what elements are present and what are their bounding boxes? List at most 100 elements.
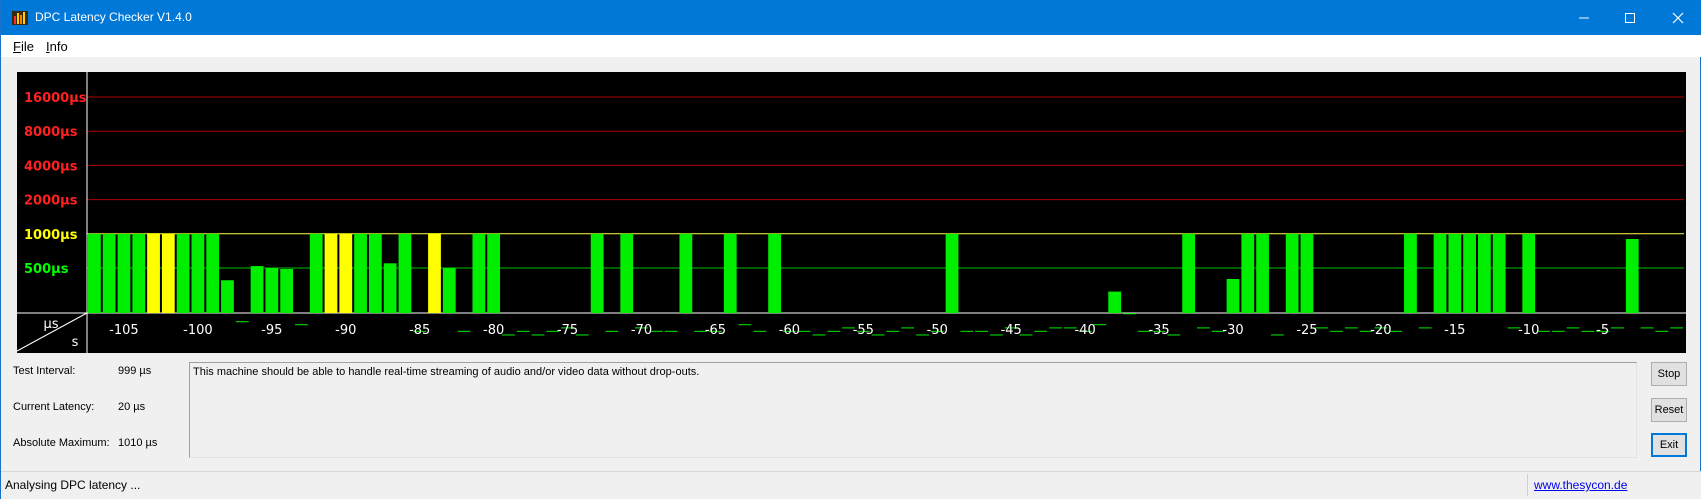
latency-bar [886, 330, 900, 332]
latency-bar [487, 233, 501, 313]
menu-info[interactable]: Info [46, 39, 68, 54]
x-tick-label: -65 [705, 323, 726, 338]
x-tick-label: -100 [183, 323, 213, 338]
latency-bar [457, 330, 471, 332]
x-tick-label: -5 [1596, 323, 1609, 338]
latency-bar [975, 330, 989, 332]
latency-bar [1551, 330, 1565, 332]
latency-bar [309, 233, 323, 313]
latency-bar [664, 330, 678, 332]
latency-bar [620, 233, 634, 313]
latency-bar [723, 233, 737, 313]
latency-bar [1477, 233, 1491, 313]
latency-bar [1049, 327, 1062, 329]
app-icon [12, 11, 28, 25]
absolute-maximum-label: Absolute Maximum: [13, 437, 110, 449]
latency-bar [206, 233, 220, 313]
latency-bar [1226, 279, 1240, 313]
y-tick-label: 16000µs [24, 91, 87, 106]
latency-bar [250, 266, 264, 313]
title-bar[interactable]: DPC Latency Checker V1.4.0 [1, 0, 1701, 35]
latency-bar [1640, 327, 1654, 329]
latency-bar [354, 233, 367, 313]
latency-bar [147, 233, 160, 313]
x-tick-label: -35 [1148, 323, 1169, 338]
latency-bar [827, 330, 841, 332]
website-link[interactable]: www.thesycon.de [1534, 478, 1627, 492]
x-tick-label: -75 [557, 323, 578, 338]
latency-bar [1492, 233, 1506, 313]
latency-bar [472, 233, 486, 313]
latency-bar [1300, 233, 1314, 313]
latency-bar [132, 233, 146, 313]
x-tick-label: -80 [483, 323, 504, 338]
latency-bar [738, 324, 752, 326]
latency-bar [812, 334, 826, 336]
latency-bar [295, 324, 308, 326]
latency-bar [383, 263, 397, 313]
latency-bar [1330, 330, 1343, 332]
latency-bar [605, 330, 619, 332]
message-box: This machine should be able to handle re… [189, 362, 1637, 458]
latency-bar [768, 233, 781, 313]
latency-bar [1182, 233, 1196, 313]
x-tick-label: -15 [1444, 323, 1465, 338]
x-tick-label: -95 [261, 323, 282, 338]
latency-chart: 16000µs 8000µs 4000µs 2000µs 1000µs 500µs µss -… [17, 72, 1686, 353]
latency-bar [1625, 238, 1639, 313]
latency-bar [1034, 330, 1048, 332]
y-unit-label: µs [43, 317, 58, 332]
latency-bar [679, 233, 693, 313]
latency-bar [1655, 330, 1669, 332]
x-unit-label: s [72, 335, 79, 350]
latency-bar [398, 233, 412, 313]
minimize-button[interactable] [1561, 0, 1607, 35]
x-tick-label: -85 [409, 323, 430, 338]
maximize-button[interactable] [1607, 0, 1653, 35]
latency-bar [324, 233, 338, 313]
x-tick-label: -45 [1001, 323, 1022, 338]
latency-bar [516, 330, 530, 332]
x-tick-label: -90 [335, 323, 356, 338]
status-divider [1527, 474, 1528, 496]
stop-button[interactable]: Stop [1651, 362, 1687, 386]
app-window: DPC Latency Checker V1.4.0 File Info 160… [0, 0, 1701, 499]
x-tick-label: -60 [779, 323, 800, 338]
latency-bar [88, 233, 101, 313]
latency-bar [1256, 233, 1269, 313]
x-tick-label: -30 [1222, 323, 1243, 338]
latency-bar [368, 233, 382, 313]
latency-bar [1123, 313, 1136, 315]
latency-bar [1108, 291, 1122, 313]
latency-bar [590, 233, 604, 313]
latency-bar [1566, 327, 1580, 329]
x-tick-label: -55 [853, 323, 874, 338]
latency-bar [1463, 233, 1476, 313]
latency-bar [1344, 327, 1358, 329]
latency-bar [280, 268, 294, 313]
latency-bar [945, 233, 959, 313]
latency-bar [176, 233, 190, 313]
x-tick-label: -50 [927, 323, 948, 338]
latency-bar [1197, 327, 1210, 329]
menu-file[interactable]: File [13, 39, 34, 54]
latency-bar [1433, 233, 1447, 313]
menu-info-rest: nfo [49, 39, 68, 54]
latency-bar [1418, 327, 1432, 329]
y-tick-label: 4000µs [24, 159, 78, 174]
menu-bar: File Info [1, 35, 1701, 57]
menu-file-accel: F [13, 39, 21, 54]
close-icon [1672, 12, 1684, 24]
x-tick-label: -25 [1296, 323, 1317, 338]
exit-button[interactable]: Exit [1651, 433, 1687, 457]
test-interval-value: 999 µs [118, 365, 152, 377]
close-button[interactable] [1655, 0, 1701, 35]
reset-button[interactable]: Reset [1651, 398, 1687, 422]
x-tick-label: -20 [1370, 323, 1391, 338]
latency-bar [1670, 327, 1683, 329]
x-tick-label: -40 [1075, 323, 1096, 338]
latency-bar [265, 268, 279, 313]
test-interval-label: Test Interval: [13, 365, 76, 377]
latency-bar [531, 334, 545, 336]
status-bar: Analysing DPC latency ... www.thesycon.d… [1, 471, 1701, 499]
